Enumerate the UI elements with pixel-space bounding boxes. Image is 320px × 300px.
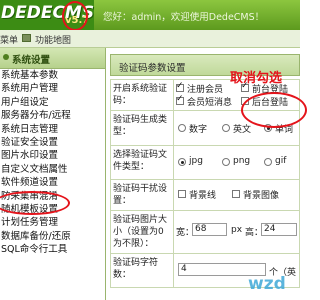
annotation-circle-admin-login: [241, 92, 307, 128]
row-label: 验证码干扰设置：: [110, 179, 174, 211]
row-label: 验证码图片大小（设置为0为不限）：: [110, 210, 174, 254]
unit-label: px: [231, 225, 243, 235]
sidebar-title: 系统设置: [12, 55, 51, 66]
option-label: gif: [275, 156, 287, 166]
bullet-icon: [3, 54, 9, 60]
row-label: 验证码生成类型：: [110, 110, 174, 146]
option-label: 注册会员: [187, 85, 224, 95]
row-file-type: 选择验证码文件类型： jpg png gif: [110, 145, 300, 180]
sidebar-item-scheduled-tasks[interactable]: 计划任务管理: [0, 216, 105, 229]
option-label: 会员短消息: [187, 98, 233, 108]
row-label: 验证码字符数：: [110, 253, 174, 288]
option-label: 数字: [189, 125, 208, 135]
main-title: 验证码参数设置: [119, 63, 186, 74]
radio-digits[interactable]: [178, 124, 186, 132]
radio-english[interactable]: [222, 124, 230, 132]
sidebar-item-user-management[interactable]: 系统用户管理: [0, 82, 105, 95]
sidebar-item-sql-tool[interactable]: SQL命令行工具: [0, 243, 105, 256]
width-input[interactable]: 68: [192, 223, 227, 236]
nav-menu-link[interactable]: 菜单: [0, 33, 18, 46]
option-label: 英文: [233, 125, 252, 135]
annotation-uncheck-label: 取消勾选: [230, 71, 283, 86]
row-label: 开启系统验证码：: [110, 79, 174, 111]
sidebar-item-user-groups[interactable]: 用户组设定: [0, 96, 105, 109]
sidebar-item-db-backup[interactable]: 数据库备份/还原: [0, 230, 105, 243]
sidebar-item-basic-params[interactable]: 系统基本参数: [0, 69, 105, 82]
nav-strip: 菜单 功能地图: [0, 30, 300, 48]
row-label: 选择验证码文件类型：: [110, 145, 174, 180]
checkbox-member-message[interactable]: [176, 94, 184, 105]
sidebar-item-watermark[interactable]: 图片水印设置: [0, 149, 105, 162]
row-interference: 验证码干扰设置： 背景线 背景图像: [110, 179, 300, 211]
option-label: jpg: [189, 156, 203, 166]
sitemap-icon[interactable]: [22, 34, 31, 42]
radio-jpg[interactable]: [178, 158, 186, 166]
sidebar-item-system-log[interactable]: 系统日志管理: [0, 123, 105, 136]
annotation-circle-version: [62, 1, 88, 31]
height-input[interactable]: 24: [261, 223, 297, 236]
sidebar-menu: 系统基本参数 系统用户管理 用户组设定 服务器分布/远程 系统日志管理 验证安全…: [0, 69, 105, 256]
radio-gif[interactable]: [264, 158, 272, 166]
checkbox-register[interactable]: [176, 81, 184, 92]
sidebar: 系统设置 系统基本参数 系统用户管理 用户组设定 服务器分布/远程 系统日志管理…: [0, 48, 106, 300]
main-panel: 验证码参数设置 开启系统验证码： 注册会员 前台登陆 会员短消息 后台登陆 验证…: [110, 54, 300, 300]
watermark: wzd: [248, 274, 286, 294]
sidebar-item-server-remote[interactable]: 服务器分布/远程: [0, 109, 105, 122]
row-image-size: 验证码图片大小（设置为0为不限）： 宽： 68 px 高： 24: [110, 210, 300, 254]
checkbox-bg-lines[interactable]: [178, 190, 186, 198]
checkbox-bg-image[interactable]: [232, 190, 240, 198]
radio-png[interactable]: [222, 158, 230, 166]
option-label: png: [233, 156, 251, 166]
sidebar-item-software-channel[interactable]: 软件频道设置: [0, 176, 105, 189]
nav-sitemap-link[interactable]: 功能地图: [35, 33, 71, 46]
sidebar-item-security-settings[interactable]: 验证安全设置: [0, 136, 105, 149]
option-label: 背景图像: [243, 191, 280, 201]
sidebar-header[interactable]: 系统设置: [0, 48, 105, 69]
option-label: 背景线: [189, 191, 217, 201]
welcome-text: 您好：admin，欢迎使用DedeCMS！: [103, 12, 265, 23]
top-banner: DEDECMS v5.7 您好：admin，欢迎使用DedeCMS！: [0, 0, 300, 31]
sidebar-item-custom-attributes[interactable]: 自定义文档属性: [0, 163, 105, 176]
dedecms-logo[interactable]: DEDECMS v5.7: [0, 0, 94, 31]
